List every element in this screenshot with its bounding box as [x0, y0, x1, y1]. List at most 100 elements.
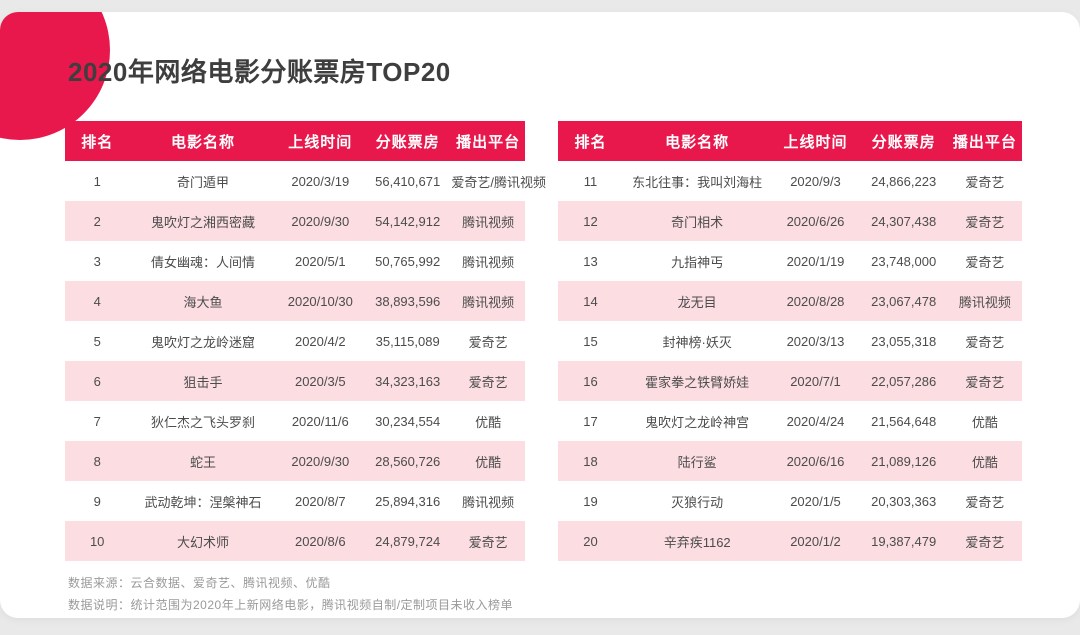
- revenue-cell: 38,893,596: [363, 281, 452, 321]
- platform-cell: 爱奇艺: [947, 521, 1022, 561]
- movie-cell: 封神榜·妖灭: [622, 321, 772, 361]
- table-row: 20 辛弃疾1162 2020/1/2 19,387,479 爱奇艺: [558, 521, 1022, 561]
- movie-cell: 狄仁杰之飞头罗刹: [129, 401, 277, 441]
- rank-cell: 7: [65, 401, 130, 441]
- table-row: 17 鬼吹灯之龙岭神宫 2020/4/24 21,564,648 优酷: [558, 401, 1022, 441]
- rank-cell: 18: [558, 441, 623, 481]
- column-header-platform: 播出平台: [451, 121, 525, 161]
- platform-cell: 腾讯视频: [451, 241, 525, 281]
- platform-cell: 爱奇艺: [947, 361, 1022, 401]
- table-row: 3 倩女幽魂：人间情 2020/5/1 50,765,992 腾讯视频: [65, 241, 525, 281]
- date-cell: 2020/6/26: [771, 201, 860, 241]
- revenue-cell: 56,410,671: [363, 161, 452, 201]
- platform-cell: 腾讯视频: [451, 281, 525, 321]
- rank-cell: 20: [558, 521, 623, 561]
- rank-cell: 5: [65, 321, 130, 361]
- revenue-cell: 28,560,726: [363, 441, 452, 481]
- date-cell: 2020/3/13: [771, 321, 860, 361]
- column-header-movie: 电影名称: [129, 121, 277, 161]
- revenue-cell: 21,089,126: [859, 441, 948, 481]
- revenue-cell: 54,142,912: [363, 201, 452, 241]
- platform-cell: 优酷: [451, 441, 525, 481]
- column-header-platform: 播出平台: [947, 121, 1022, 161]
- movie-cell: 鬼吹灯之龙岭迷窟: [129, 321, 277, 361]
- revenue-cell: 24,879,724: [363, 521, 452, 561]
- table-row: 9 武动乾坤：涅槃神石 2020/8/7 25,894,316 腾讯视频: [65, 481, 525, 521]
- table-row: 13 九指神丐 2020/1/19 23,748,000 爱奇艺: [558, 241, 1022, 281]
- table-row: 6 狙击手 2020/3/5 34,323,163 爱奇艺: [65, 361, 525, 401]
- platform-cell: 爱奇艺: [947, 321, 1022, 361]
- movie-cell: 大幻术师: [129, 521, 277, 561]
- ranking-tables: 排名 电影名称 上线时间 分账票房 播出平台 1 奇门遁甲 2020/3/19 56,410,…: [65, 121, 1022, 561]
- rank-cell: 17: [558, 401, 623, 441]
- table-row: 8 蛇王 2020/9/30 28,560,726 优酷: [65, 441, 525, 481]
- movie-cell: 九指神丐: [622, 241, 772, 281]
- table-row: 1 奇门遁甲 2020/3/19 56,410,671 爱奇艺/腾讯视频: [65, 161, 546, 201]
- movie-cell: 鬼吹灯之龙岭神宫: [622, 401, 772, 441]
- table-row: 19 灭狼行动 2020/1/5 20,303,363 爱奇艺: [558, 481, 1022, 521]
- page-title: 2020年网络电影分账票房TOP20: [68, 57, 451, 87]
- date-cell: 2020/3/19: [276, 161, 364, 201]
- platform-cell: 爱奇艺: [451, 321, 525, 361]
- date-cell: 2020/5/1: [276, 241, 364, 281]
- movie-cell: 龙无目: [622, 281, 772, 321]
- rank-cell: 13: [558, 241, 623, 281]
- rank-cell: 1: [65, 161, 130, 201]
- platform-cell: 爱奇艺: [947, 481, 1022, 521]
- platform-cell: 爱奇艺: [947, 161, 1022, 201]
- date-cell: 2020/4/24: [771, 401, 860, 441]
- platform-cell: 爱奇艺: [947, 201, 1022, 241]
- movie-cell: 武动乾坤：涅槃神石: [129, 481, 277, 521]
- table-row: 18 陆行鲨 2020/6/16 21,089,126 优酷: [558, 441, 1022, 481]
- date-cell: 2020/1/5: [771, 481, 860, 521]
- rank-cell: 19: [558, 481, 623, 521]
- content-card: 2020年网络电影分账票房TOP20 排名 电影名称 上线时间 分账票房 播出平台 1奇…: [0, 12, 1080, 618]
- revenue-cell: 34,323,163: [363, 361, 452, 401]
- ranking-table-right: 排名 电影名称 上线时间 分账票房 播出平台 11 东北往事：我叫刘海柱 2020/9/3 2…: [558, 121, 1022, 561]
- platform-cell: 爱奇艺/腾讯视频: [451, 161, 546, 201]
- revenue-cell: 24,866,223: [859, 161, 948, 201]
- platform-cell: 腾讯视频: [947, 281, 1022, 321]
- movie-cell: 奇门遁甲: [129, 161, 277, 201]
- platform-cell: 优酷: [947, 441, 1022, 481]
- movie-cell: 蛇王: [129, 441, 277, 481]
- movie-cell: 东北往事：我叫刘海柱: [622, 161, 772, 201]
- column-header-rank: 排名: [65, 121, 130, 161]
- rank-cell: 11: [558, 161, 623, 201]
- rank-cell: 9: [65, 481, 130, 521]
- date-cell: 2020/8/7: [276, 481, 364, 521]
- column-header-rank: 排名: [558, 121, 623, 161]
- movie-cell: 狙击手: [129, 361, 277, 401]
- date-cell: 2020/6/16: [771, 441, 860, 481]
- revenue-cell: 21,564,648: [859, 401, 948, 441]
- date-cell: 2020/7/1: [771, 361, 860, 401]
- rank-cell: 4: [65, 281, 130, 321]
- table-header-row: 排名 电影名称 上线时间 分账票房 播出平台: [65, 121, 525, 161]
- platform-cell: 腾讯视频: [451, 201, 525, 241]
- revenue-cell: 22,057,286: [859, 361, 948, 401]
- revenue-cell: 24,307,438: [859, 201, 948, 241]
- movie-cell: 陆行鲨: [622, 441, 772, 481]
- footnotes: 数据来源：云合数据、爱奇艺、腾讯视频、优酷 数据说明：统计范围为2020年上新网…: [68, 572, 513, 616]
- table-row: 14 龙无目 2020/8/28 23,067,478 腾讯视频: [558, 281, 1022, 321]
- date-cell: 2020/4/2: [276, 321, 364, 361]
- movie-cell: 倩女幽魂：人间情: [129, 241, 277, 281]
- date-cell: 2020/1/2: [771, 521, 860, 561]
- date-cell: 2020/1/19: [771, 241, 860, 281]
- date-cell: 2020/3/5: [276, 361, 364, 401]
- date-cell: 2020/11/6: [276, 401, 364, 441]
- rank-cell: 15: [558, 321, 623, 361]
- movie-cell: 海大鱼: [129, 281, 277, 321]
- date-cell: 2020/10/30: [276, 281, 364, 321]
- movie-cell: 辛弃疾1162: [622, 521, 772, 561]
- table-row: 11 东北往事：我叫刘海柱 2020/9/3 24,866,223 爱奇艺: [558, 161, 1022, 201]
- table-row: 5 鬼吹灯之龙岭迷窟 2020/4/2 35,115,089 爱奇艺: [65, 321, 525, 361]
- revenue-cell: 23,055,318: [859, 321, 948, 361]
- table-row: 16 霍家拳之铁臂娇娃 2020/7/1 22,057,286 爱奇艺: [558, 361, 1022, 401]
- platform-cell: 爱奇艺: [451, 361, 525, 401]
- table-row: 12 奇门相术 2020/6/26 24,307,438 爱奇艺: [558, 201, 1022, 241]
- revenue-cell: 35,115,089: [363, 321, 452, 361]
- movie-cell: 灭狼行动: [622, 481, 772, 521]
- column-header-revenue: 分账票房: [859, 121, 948, 161]
- platform-cell: 腾讯视频: [451, 481, 525, 521]
